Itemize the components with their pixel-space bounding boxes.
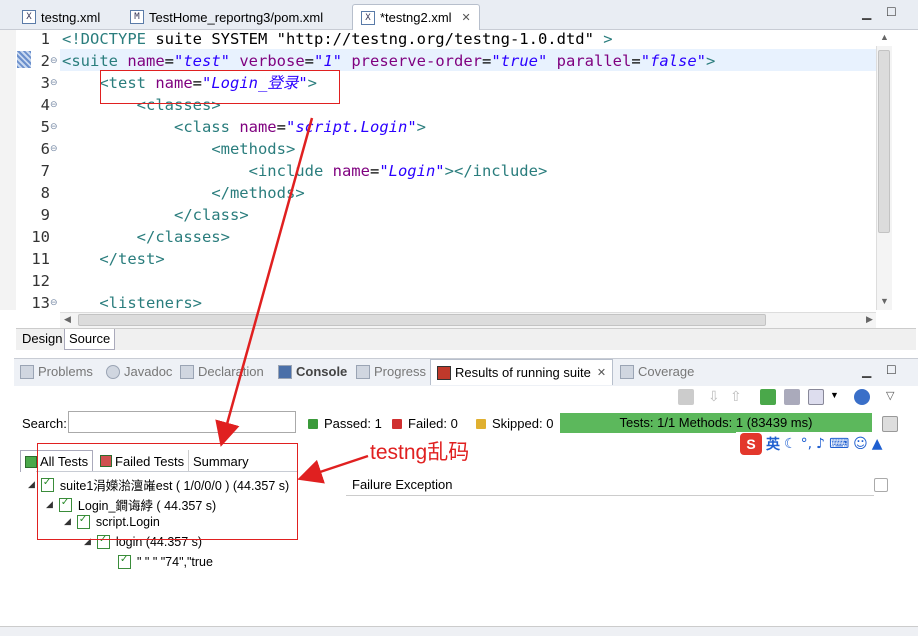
annotation-arrow [215,117,314,447]
status-bar [0,626,918,636]
annotation-arrow [297,454,369,484]
annotation-arrows [215,117,369,484]
